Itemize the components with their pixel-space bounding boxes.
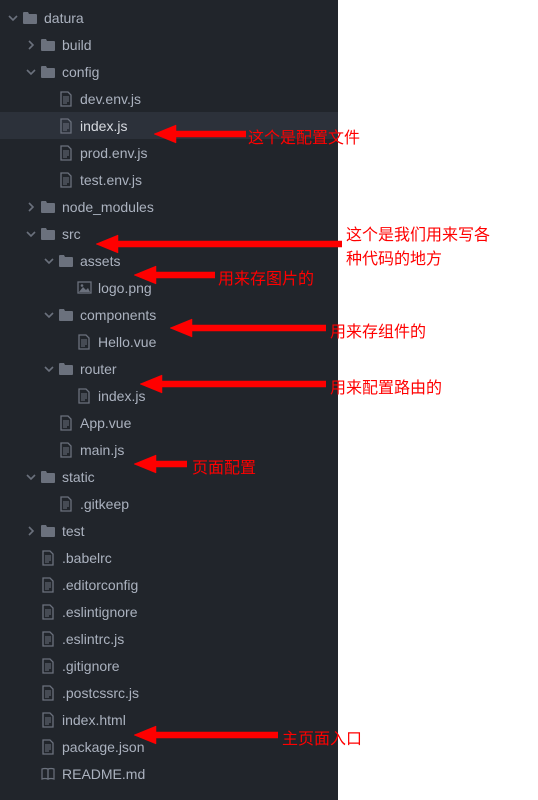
image-icon xyxy=(74,281,94,294)
annotation-text: 这个是配置文件 xyxy=(248,124,360,148)
tree-item-label: build xyxy=(62,37,92,53)
chevron-down-icon[interactable] xyxy=(24,229,38,239)
tree-item-label: datura xyxy=(44,10,84,26)
annotation-text: 用来配置路由的 xyxy=(330,374,442,398)
tree-item-label: index.html xyxy=(62,712,126,728)
chevron-down-icon[interactable] xyxy=(42,310,56,320)
tree-row[interactable]: App.vue xyxy=(0,409,338,436)
tree-item-label: .eslintignore xyxy=(62,604,138,620)
tree-item-label: .gitkeep xyxy=(80,496,129,512)
book-icon xyxy=(38,767,58,781)
tree-item-label: .eslintrc.js xyxy=(62,631,124,647)
tree-item-label: static xyxy=(62,469,95,485)
folder-icon xyxy=(38,65,58,79)
tree-row[interactable]: node_modules xyxy=(0,193,338,220)
tree-item-label: router xyxy=(80,361,117,377)
folder-icon xyxy=(38,524,58,538)
tree-row[interactable]: .babelrc xyxy=(0,544,338,571)
chevron-down-icon[interactable] xyxy=(42,256,56,266)
tree-row[interactable]: dev.env.js xyxy=(0,85,338,112)
tree-item-label: components xyxy=(80,307,156,323)
chevron-right-icon[interactable] xyxy=(24,40,38,50)
folder-icon xyxy=(38,38,58,52)
tree-item-label: src xyxy=(62,226,81,242)
annotation-text: 用来存图片的 xyxy=(218,265,314,289)
tree-item-label: Hello.vue xyxy=(98,334,156,350)
tree-item-label: test xyxy=(62,523,85,539)
tree-item-label: main.js xyxy=(80,442,124,458)
file-icon xyxy=(38,712,58,728)
chevron-down-icon[interactable] xyxy=(6,13,20,23)
file-icon xyxy=(38,577,58,593)
folder-icon xyxy=(38,200,58,214)
file-tree[interactable]: datura build config dev.env.js index.js … xyxy=(0,0,338,800)
tree-item-label: .editorconfig xyxy=(62,577,138,593)
file-icon xyxy=(56,118,76,134)
tree-row[interactable]: datura xyxy=(0,4,338,31)
file-icon xyxy=(56,172,76,188)
tree-item-label: package.json xyxy=(62,739,145,755)
tree-item-label: node_modules xyxy=(62,199,154,215)
tree-row[interactable]: README.md xyxy=(0,760,338,787)
tree-row[interactable]: .eslintrc.js xyxy=(0,625,338,652)
chevron-down-icon[interactable] xyxy=(24,472,38,482)
folder-icon xyxy=(38,470,58,484)
tree-item-label: README.md xyxy=(62,766,145,782)
tree-item-label: index.js xyxy=(80,118,127,134)
file-icon xyxy=(38,739,58,755)
tree-item-label: dev.env.js xyxy=(80,91,141,107)
tree-item-label: index.js xyxy=(98,388,145,404)
annotation-text: 这个是我们用来写各种代码的地方 xyxy=(346,224,490,272)
tree-item-label: config xyxy=(62,64,99,80)
tree-row[interactable]: .gitkeep xyxy=(0,490,338,517)
annotation-text: 主页面入口 xyxy=(282,725,362,749)
tree-row[interactable]: .editorconfig xyxy=(0,571,338,598)
folder-icon xyxy=(56,308,76,322)
tree-item-label: .postcssrc.js xyxy=(62,685,139,701)
file-icon xyxy=(38,685,58,701)
annotation-text: 用来存组件的 xyxy=(330,318,426,342)
folder-icon xyxy=(56,254,76,268)
tree-row[interactable]: test.env.js xyxy=(0,166,338,193)
chevron-right-icon[interactable] xyxy=(24,526,38,536)
file-icon xyxy=(56,442,76,458)
tree-row[interactable]: config xyxy=(0,58,338,85)
chevron-down-icon[interactable] xyxy=(42,364,56,374)
tree-item-label: prod.env.js xyxy=(80,145,147,161)
tree-item-label: test.env.js xyxy=(80,172,142,188)
file-icon xyxy=(38,658,58,674)
file-icon xyxy=(56,91,76,107)
file-icon xyxy=(74,388,94,404)
folder-icon xyxy=(56,362,76,376)
file-icon xyxy=(56,145,76,161)
tree-item-label: .gitignore xyxy=(62,658,120,674)
folder-icon xyxy=(38,227,58,241)
tree-row[interactable]: test xyxy=(0,517,338,544)
tree-row[interactable]: .gitignore xyxy=(0,652,338,679)
tree-row[interactable]: .eslintignore xyxy=(0,598,338,625)
tree-item-label: .babelrc xyxy=(62,550,112,566)
annotation-text: 页面配置 xyxy=(192,454,256,478)
file-icon xyxy=(74,334,94,350)
tree-row[interactable]: .postcssrc.js xyxy=(0,679,338,706)
file-icon xyxy=(56,415,76,431)
chevron-down-icon[interactable] xyxy=(24,67,38,77)
tree-row[interactable]: build xyxy=(0,31,338,58)
file-icon xyxy=(38,604,58,620)
folder-icon xyxy=(20,11,40,25)
file-icon xyxy=(38,631,58,647)
chevron-right-icon[interactable] xyxy=(24,202,38,212)
file-icon xyxy=(56,496,76,512)
file-icon xyxy=(38,550,58,566)
tree-item-label: App.vue xyxy=(80,415,131,431)
